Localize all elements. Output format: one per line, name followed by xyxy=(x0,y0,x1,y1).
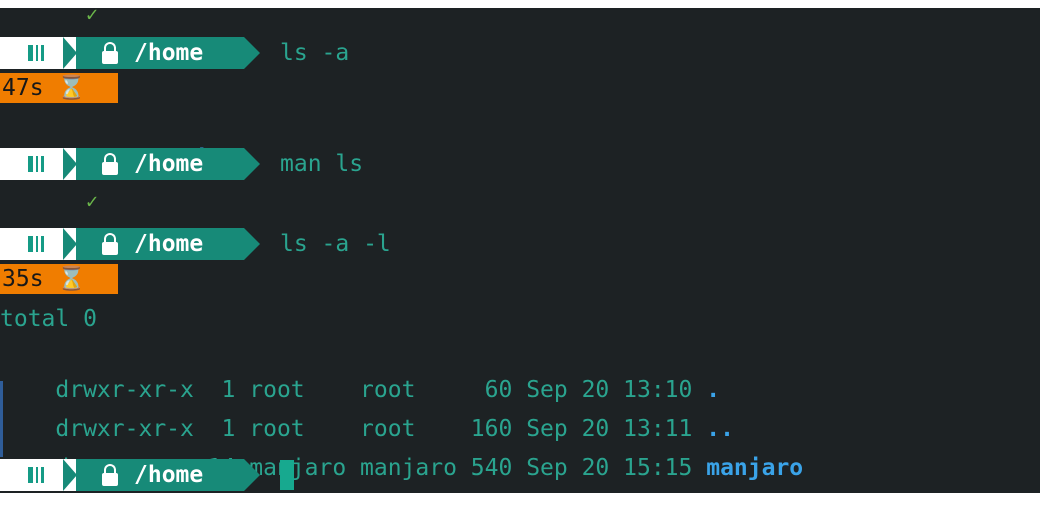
duration-badge: 47s ⌛ xyxy=(0,73,118,103)
output-line: . .. manjaro xyxy=(0,111,249,172)
directory-path: /home xyxy=(134,40,204,66)
segment-separator-icon xyxy=(63,459,77,491)
directory-segment: /home xyxy=(76,37,260,69)
os-segment xyxy=(0,37,77,69)
listing-row: drwxr-xr-x 1 root root 60 Sep 20 13:10 . xyxy=(0,342,720,403)
terminal-window[interactable]: ✓ /home ls -a 47s ⌛ . .. manjaro /home m… xyxy=(0,2,1040,493)
command-text: ls -a xyxy=(280,40,350,66)
manjaro-logo-icon xyxy=(28,236,44,252)
segment-arrow-icon xyxy=(244,37,260,69)
command-text: man ls xyxy=(280,151,364,177)
manjaro-logo-icon xyxy=(28,156,44,172)
listing-row: drwxr-xr-x 1 root root 160 Sep 20 13:11 … xyxy=(0,381,734,442)
directory-segment: /home xyxy=(76,148,260,180)
manjaro-logo-icon xyxy=(28,45,44,61)
listing-name: manjaro xyxy=(706,455,804,481)
lock-icon xyxy=(102,463,118,486)
os-segment xyxy=(0,148,77,180)
prompt-line: /home ls -a -l xyxy=(0,228,391,260)
prompt-line[interactable]: /home xyxy=(0,459,294,491)
directory-path: /home xyxy=(134,151,204,177)
selection-marker xyxy=(0,381,3,457)
command-text: ls -a -l xyxy=(280,231,391,257)
manjaro-logo-icon xyxy=(28,467,44,483)
segment-arrow-icon xyxy=(244,148,260,180)
listing-row: drwx------ 14 manjaro manjaro 540 Sep 20… xyxy=(0,420,803,481)
segment-arrow-icon xyxy=(244,228,260,260)
directory-segment: /home xyxy=(76,459,260,491)
segment-arrow-icon xyxy=(244,459,260,491)
os-segment xyxy=(0,228,77,260)
directory-path: /home xyxy=(134,462,204,488)
prompt-line: /home ls -a xyxy=(0,37,349,69)
segment-separator-icon xyxy=(63,148,77,180)
segment-separator-icon xyxy=(63,228,77,260)
checkmark-icon: ✓ xyxy=(86,189,99,213)
text-cursor[interactable] xyxy=(280,460,294,490)
directory-segment: /home xyxy=(76,228,260,260)
output-line: total 0 xyxy=(0,306,97,332)
directory-path: /home xyxy=(134,231,204,257)
duration-badge: 35s ⌛ xyxy=(0,264,118,294)
lock-icon xyxy=(102,152,118,175)
prompt-line: /home man ls xyxy=(0,148,363,180)
segment-separator-icon xyxy=(63,37,77,69)
lock-icon xyxy=(102,232,118,255)
checkmark-icon: ✓ xyxy=(86,2,99,26)
os-segment xyxy=(0,459,77,491)
lock-icon xyxy=(102,41,118,64)
